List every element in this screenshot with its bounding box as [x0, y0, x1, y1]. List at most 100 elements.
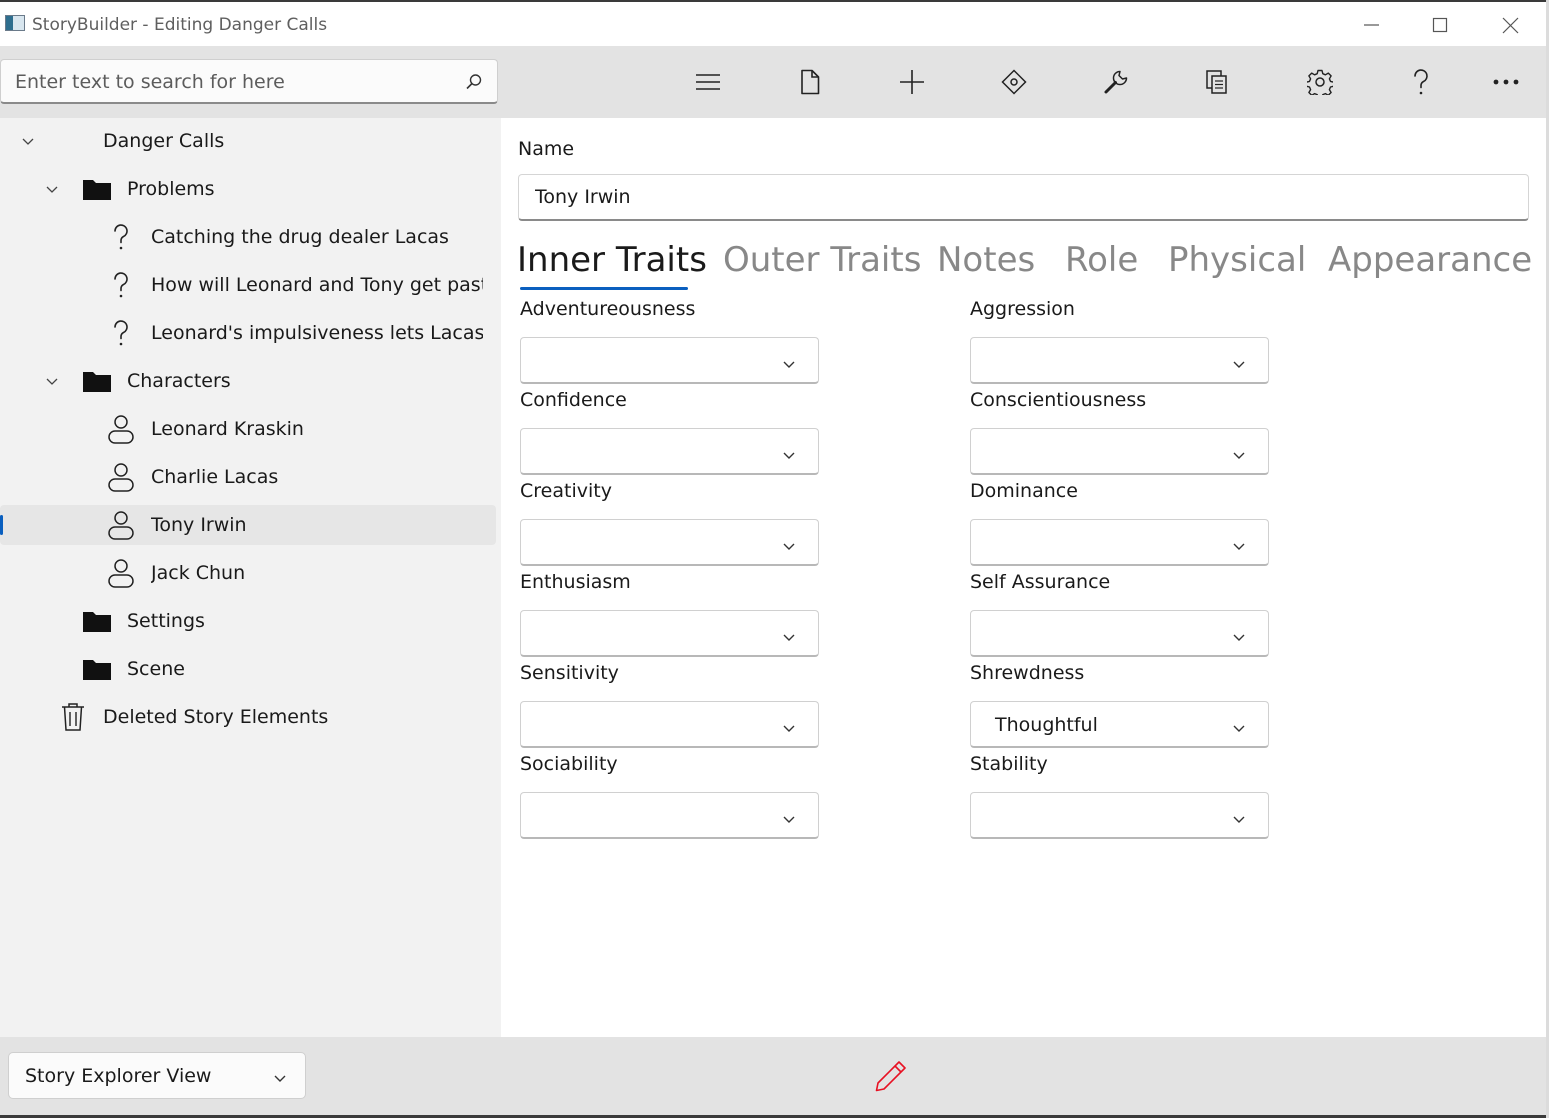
problem-icon	[105, 317, 137, 349]
toolbar	[0, 46, 1546, 118]
dominance-combo[interactable]	[970, 519, 1269, 566]
tab-physical[interactable]: Physical	[1168, 240, 1306, 280]
field-label: Shrewdness	[970, 662, 1085, 684]
tree-node-label: Danger Calls	[103, 130, 225, 152]
minimize-button[interactable]	[1356, 12, 1386, 38]
add-icon[interactable]	[896, 66, 928, 98]
chevron-down-icon	[782, 810, 796, 829]
stability-combo[interactable]	[970, 792, 1269, 839]
folder-icon	[81, 653, 113, 685]
tab-inner-traits[interactable]: Inner Traits	[517, 240, 707, 280]
field-label: Dominance	[970, 480, 1078, 502]
combo-value: Thoughtful	[995, 714, 1098, 736]
folder-icon	[81, 173, 113, 205]
field-label: Aggression	[970, 298, 1075, 320]
new-file-icon[interactable]	[794, 66, 826, 98]
search-box[interactable]	[0, 59, 498, 104]
tree-node-label: Deleted Story Elements	[103, 706, 329, 728]
tree-node-label: Scene	[127, 658, 185, 680]
problem-icon	[105, 221, 137, 253]
chevron-down-icon	[782, 446, 796, 465]
tree-node-settings-folder[interactable]: Settings	[0, 601, 496, 641]
tree-node-root[interactable]: Danger Calls	[0, 121, 496, 161]
gear-icon[interactable]	[1304, 66, 1336, 98]
tree-node-label: Jack Chun	[151, 562, 246, 584]
folder-icon	[81, 605, 113, 637]
chevron-down-icon	[782, 628, 796, 647]
tree-node-character[interactable]: Jack Chun	[0, 553, 496, 593]
self-assurance-combo[interactable]	[970, 610, 1269, 657]
confidence-combo[interactable]	[520, 428, 819, 475]
field-label: Creativity	[520, 480, 612, 502]
tree-node-trash[interactable]: Deleted Story Elements	[0, 697, 496, 737]
view-selector[interactable]: Story Explorer View	[8, 1052, 306, 1099]
tree-node-character[interactable]: Leonard Kraskin	[0, 409, 496, 449]
edit-icon[interactable]	[873, 1059, 909, 1097]
tree-node-characters-folder[interactable]: Characters	[0, 361, 496, 401]
tab-role[interactable]: Role	[1065, 240, 1138, 280]
person-icon	[105, 509, 137, 541]
tree-node-label: Settings	[127, 610, 205, 632]
tab-outer-traits[interactable]: Outer Traits	[723, 240, 921, 280]
tree-node-label: Catching the drug dealer Lacas	[151, 226, 449, 248]
chevron-down-icon[interactable]	[45, 373, 59, 392]
sociability-combo[interactable]	[520, 792, 819, 839]
person-icon	[105, 461, 137, 493]
chevron-down-icon	[1232, 355, 1246, 374]
tree-node-label: Characters	[127, 370, 231, 392]
sensitivity-combo[interactable]	[520, 701, 819, 748]
conscientiousness-combo[interactable]	[970, 428, 1269, 475]
chevron-down-icon	[782, 719, 796, 738]
adventureousness-combo[interactable]	[520, 337, 819, 384]
name-label: Name	[518, 138, 575, 160]
person-icon	[105, 557, 137, 589]
chevron-down-icon	[1232, 537, 1246, 556]
search-icon[interactable]	[465, 73, 483, 95]
tree-node-label: Charlie Lacas	[151, 466, 279, 488]
search-input[interactable]	[15, 69, 435, 95]
chevron-down-icon	[782, 355, 796, 374]
field-label: Self Assurance	[970, 571, 1111, 593]
copy-icon[interactable]	[1201, 66, 1233, 98]
window-title: StoryBuilder - Editing Danger Calls	[32, 15, 328, 35]
close-button[interactable]	[1496, 12, 1526, 38]
folder-icon	[81, 365, 113, 397]
chevron-down-icon	[1232, 719, 1246, 738]
field-label: Confidence	[520, 389, 627, 411]
chevron-down-icon	[782, 537, 796, 556]
enthusiasm-combo[interactable]	[520, 610, 819, 657]
title-bar: StoryBuilder - Editing Danger Calls	[0, 0, 1546, 48]
menu-icon[interactable]	[692, 66, 724, 98]
selection-indicator	[0, 515, 3, 535]
chevron-down-icon	[273, 1069, 287, 1088]
chevron-down-icon[interactable]	[45, 181, 59, 200]
chevron-down-icon	[1232, 810, 1246, 829]
field-label: Enthusiasm	[520, 571, 631, 593]
tree-node-scene-folder[interactable]: Scene	[0, 649, 496, 689]
trash-icon	[57, 701, 89, 733]
aggression-combo[interactable]	[970, 337, 1269, 384]
maximize-button[interactable]	[1425, 12, 1455, 38]
tree-node-problem[interactable]: Catching the drug dealer Lacas	[0, 217, 496, 257]
tab-notes[interactable]: Notes	[937, 240, 1035, 280]
tree-node-label: Problems	[127, 178, 215, 200]
help-icon[interactable]	[1405, 66, 1437, 98]
tab-appearance[interactable]: Appearance	[1328, 240, 1532, 280]
more-icon[interactable]	[1490, 66, 1522, 98]
tree-node-problems-folder[interactable]: Problems	[0, 169, 496, 209]
status-bar: Story Explorer View	[0, 1037, 1546, 1115]
chevron-down-icon[interactable]	[21, 133, 35, 152]
creativity-combo[interactable]	[520, 519, 819, 566]
tree-node-problem[interactable]: How will Leonard and Tony get past	[0, 265, 496, 305]
tree-node-character[interactable]: Charlie Lacas	[0, 457, 496, 497]
active-tab-indicator	[520, 287, 688, 290]
move-icon[interactable]	[998, 66, 1030, 98]
shrewdness-combo[interactable]: Thoughtful	[970, 701, 1269, 748]
field-label: Stability	[970, 753, 1048, 775]
tree-node-character-selected[interactable]: Tony Irwin	[0, 505, 496, 545]
field-label: Adventureousness	[520, 298, 696, 320]
wrench-icon[interactable]	[1100, 66, 1132, 98]
app-icon	[5, 15, 25, 31]
tree-node-problem[interactable]: Leonard's impulsiveness lets Lacas c	[0, 313, 496, 353]
name-field[interactable]	[518, 174, 1529, 221]
